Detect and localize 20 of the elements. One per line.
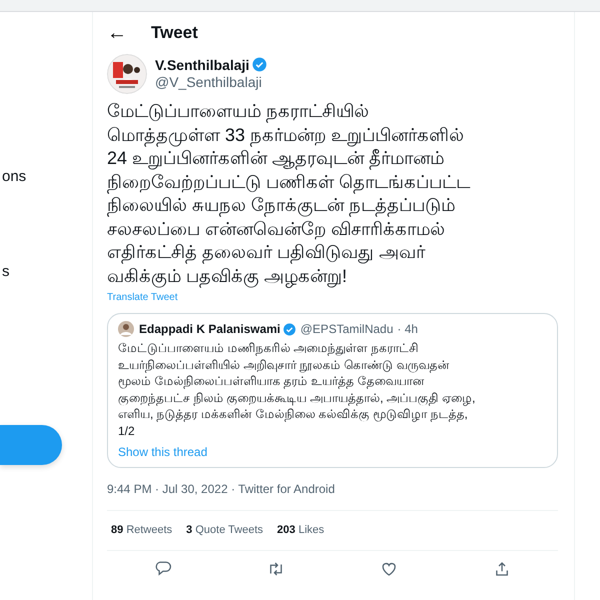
stat-link[interactable]: 89 Retweets xyxy=(111,522,172,538)
stat-link[interactable]: 3 Quote Tweets xyxy=(186,522,264,538)
author-name: Edappadi K Palaniswami xyxy=(139,321,280,338)
post-time: · 4h xyxy=(397,320,418,338)
reply-icon xyxy=(154,560,172,578)
sidebar-item[interactable]: s xyxy=(2,262,92,282)
author-handle: @EPSTamilNadu xyxy=(300,320,394,338)
sidebar-item[interactable]: ons xyxy=(2,167,92,187)
author-name[interactable]: V.Senthilbalaji xyxy=(155,57,250,73)
sidebar-button[interactable] xyxy=(0,425,62,465)
back-button[interactable]: ← xyxy=(107,23,127,43)
page-title: Tweet xyxy=(151,22,198,44)
stat-link[interactable]: 203 Likes xyxy=(277,522,324,538)
tweet-timestamp: 9:44 PM · Jul 30, 2022 · Twitter for Android xyxy=(107,468,558,511)
quoted-tweet-text: மேட்டுப்பாளையம் மணிநகரில் அமைந்துள்ள நகராட்சி உயர்நிலைப்பள்ளியில் அறிவுசார் நூலகம் கொண்டு வருவதன் மூலம் மேல்நிலைப்பள்ளியாக தரம் உயர்த்த தேவையான குறைந்தபட்ச நிலம் குறையக்கூடிய அபாயத்தால், அப்பகுதி ஏழை, எளிய, நடுத்தர மக்களின் மேல்நிலை கல்விக்கு மூடுவிழா நடத்த, 1/2 xyxy=(118,340,476,439)
quoted-tweet-card[interactable] xyxy=(107,313,558,468)
avatar[interactable] xyxy=(107,54,147,94)
avatar xyxy=(118,321,134,337)
author-handle[interactable]: @V_Senthilbalaji xyxy=(155,74,268,91)
tweet-text: மேட்டுப்பாளையம் நகராட்சியில் மொத்தமுள்ள 33 நகர்மன்ற உறுப்பினர்களில் 24 உறுப்பினர்களின் ஆதரவுடன் தீர்மானம் நிறைவேற்றப்பட்டு பணிகள் தொடங்கப்பட்ட நிலையில் சுயநல நோக்குடன் நடத்தப்படும் சலசலப்பை என்னவென்றே விசாரிக்காமல் எதிர்கட்சித் தலைவர் பதிவிடுவது அவர் வகிக்கும் பதவிக்கு அழகன்று! xyxy=(107,100,558,288)
